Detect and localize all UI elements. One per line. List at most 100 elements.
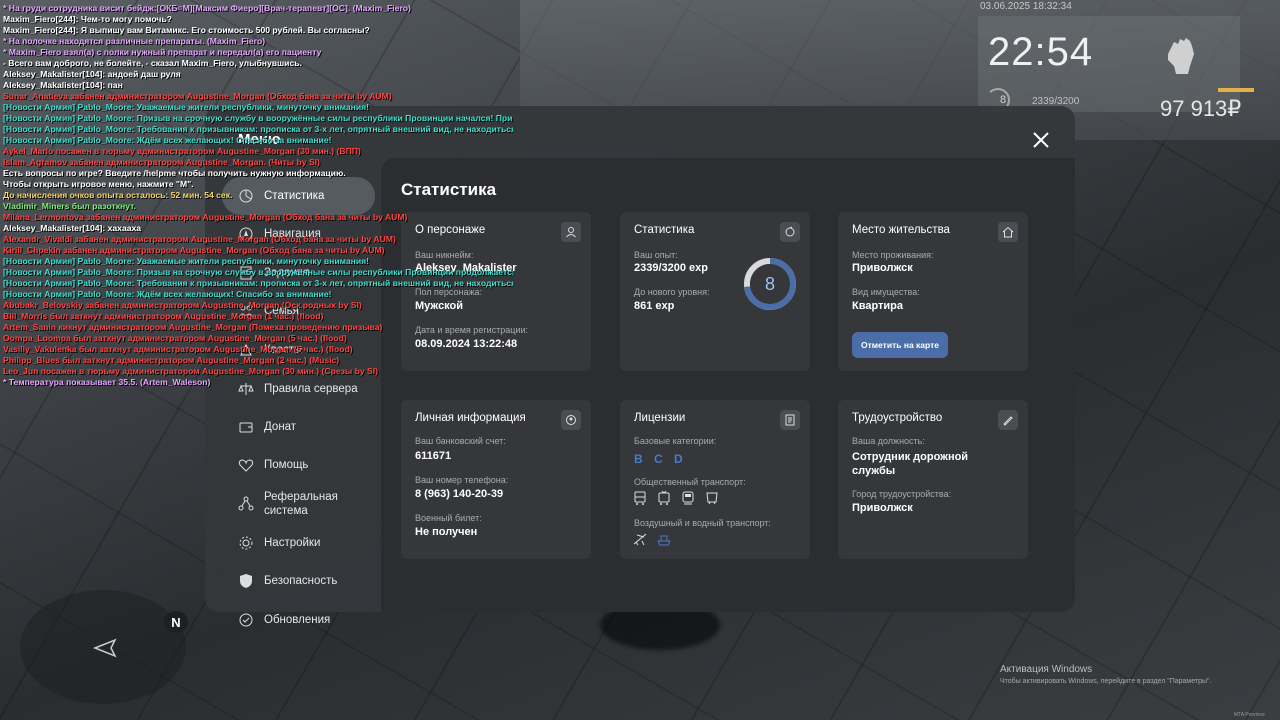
- next-level-label: До нового уровня:: [634, 287, 710, 297]
- chat-line: * На полочке находятся различные препара…: [3, 36, 266, 46]
- next-level-value: 861 exp: [634, 300, 675, 312]
- hud-datetime: 03.06.2025 18:32:34: [980, 1, 1072, 12]
- chat-line: [Новости Армия] Pablo_Moore: Ждём всех ж…: [3, 289, 332, 299]
- mark-on-map-button[interactable]: Отметить на карте: [852, 332, 948, 358]
- boat-icon: [657, 535, 671, 546]
- level-number: 8: [764, 273, 775, 294]
- card-title: Трудоустройство: [852, 412, 943, 424]
- air-water-label: Воздушный и водный транспорт:: [634, 518, 771, 528]
- chat-line: Abubakr_Belovskiy забанен администраторо…: [3, 300, 362, 310]
- chat-line: Vladimir_Miners был разоткнут.: [3, 201, 136, 211]
- card-title: Лицензии: [634, 412, 686, 424]
- position-value: Сотрудник дорожной службы: [852, 451, 969, 477]
- exp-label: Ваш опыт:: [634, 250, 678, 260]
- bus-icon: [634, 491, 646, 505]
- refresh-icon: [780, 222, 800, 242]
- windows-activation-title: Активация Windows: [1000, 664, 1093, 675]
- property-value: Квартира: [852, 300, 904, 312]
- chat-line: [Новости Армия] Pablo_Moore: Уважаемые ж…: [3, 256, 369, 266]
- chat-line: Oompa_Loompa был заткнут администратором…: [3, 333, 347, 343]
- card-personal: Личная информация Ваш банковский счет: 6…: [401, 400, 591, 559]
- close-icon[interactable]: [1029, 128, 1053, 152]
- chat-line: [Новости Армия] Pablo_Moore: Призыв на с…: [3, 267, 513, 277]
- sidebar-item-label: Настройки: [264, 537, 321, 549]
- hud-level: 8: [1000, 94, 1007, 106]
- chat-line: [Новости Армия] Pablo_Moore: Ждём всех ж…: [3, 135, 332, 145]
- chat-line: Philipp_Blues был заткнут администраторо…: [3, 355, 340, 365]
- public-transport-label: Общественный транспорт:: [634, 477, 746, 487]
- chat-line: Aleksey_Makalister[104]: пан: [3, 80, 123, 90]
- hud-money-bar: [1218, 88, 1254, 92]
- card-residence: Место жительства Место проживания: Приво…: [838, 212, 1028, 371]
- position-label: Ваша должность:: [852, 436, 925, 446]
- city-label: Город трудоустройства:: [852, 489, 952, 499]
- windows-activation-hint: Чтобы активировать Windows, перейдите в …: [1000, 678, 1212, 685]
- metro-icon: [706, 492, 718, 505]
- tram-icon: [682, 491, 694, 505]
- user-icon: [561, 222, 581, 242]
- chat-line: - Всего вам доброго, не болейте, - сказа…: [3, 58, 302, 68]
- chat-line: * Maxim_Fiero взял(а) с полки нужный пре…: [3, 47, 322, 57]
- place-label: Место проживания:: [852, 250, 934, 260]
- pen-icon: [998, 410, 1018, 430]
- chat-line: Vasiliy_Vakulenka был заткнут администра…: [3, 344, 353, 354]
- chat-line: Чтобы открыть игровое меню, нажмите "M".: [3, 179, 194, 189]
- sidebar-item[interactable]: Реферальная система: [222, 485, 375, 523]
- sidebar-item-label: Реферальная система: [264, 491, 338, 517]
- chat-line: Bill_Morris был заткнут администратором …: [3, 311, 324, 321]
- sidebar-item[interactable]: Донат: [222, 408, 375, 446]
- card-statistics: Статистика Ваш опыт: 2339/3200 exp До но…: [620, 212, 810, 371]
- place-value: Приволжск: [852, 262, 913, 274]
- card-employment: Трудоустройство Ваша должность: Сотрудни…: [838, 400, 1028, 559]
- chat-line: * На груди сотрудника висит бейдж:[ОКБ=М…: [3, 3, 411, 13]
- plane-icon: [633, 533, 647, 546]
- chat-line: [Новости Армия] Pablo_Moore: Требования …: [3, 278, 513, 288]
- chat-line: [Новости Армия] Pablo_Moore: Требования …: [3, 124, 513, 134]
- sidebar-item[interactable]: Безопасность: [222, 562, 375, 600]
- chat-line: Aykel_Marlo посажен в тюрьму администрат…: [3, 146, 361, 156]
- chat-line: Kirill_Chpekin забанен администратором A…: [3, 245, 385, 255]
- chat-line: До начисления очков опыта осталось: 52 м…: [3, 190, 233, 200]
- base-categories-label: Базовые категории:: [634, 436, 717, 446]
- gear-icon: [239, 536, 253, 550]
- chat-line: Milana_Lermontova забанен администраторо…: [3, 212, 408, 222]
- city-value: Приволжск: [852, 502, 913, 514]
- home-icon: [998, 222, 1018, 242]
- fist-icon: [1168, 38, 1194, 74]
- phone-label: Ваш номер телефона:: [415, 475, 509, 485]
- watermark: MTA Province: [1234, 712, 1265, 718]
- card-title: Статистика: [634, 224, 695, 236]
- sidebar-item-label: Помощь: [264, 459, 309, 471]
- property-label: Вид имущества:: [852, 287, 920, 297]
- chat-line: Leo_Jun посажен в тюрьму администратором…: [3, 366, 379, 376]
- chat-line: Есть вопросы по игре? Введите /helpme чт…: [3, 168, 346, 178]
- bank-label: Ваш банковский счет:: [415, 436, 506, 446]
- air-water-icons: [632, 531, 672, 547]
- license-icon: [780, 410, 800, 430]
- card-licenses: Лицензии Базовые категории: B C D Общест…: [620, 400, 810, 559]
- chat-line: Maxim_Fiero[244]: Чем-то могу помочь?: [3, 14, 172, 24]
- chat-line: Aleksey_Makalister[104]: хахааха: [3, 223, 142, 233]
- sidebar-item[interactable]: Настройки: [222, 524, 375, 562]
- heart-icon: [238, 459, 254, 472]
- exp-value: 2339/3200 exp: [634, 262, 709, 274]
- chat-line: [Новости Армия] Pablo_Moore: Призыв на с…: [3, 113, 513, 123]
- sidebar-item[interactable]: Помощь: [222, 446, 375, 484]
- shield-icon: [240, 574, 252, 588]
- public-transport-icons: [632, 490, 720, 506]
- compass-north: N: [164, 611, 188, 633]
- player-arrow-icon: [93, 638, 117, 658]
- chat-line: Artem_Sanin кикнут администратором Augus…: [3, 322, 383, 332]
- sidebar-item[interactable]: Обновления: [222, 601, 375, 639]
- card-title: Личная информация: [415, 412, 526, 424]
- referral-icon: [238, 496, 254, 511]
- trolleybus-icon: [658, 490, 670, 505]
- sidebar-item-label: Обновления: [264, 614, 331, 626]
- military-label: Военный билет:: [415, 513, 482, 523]
- bank-value: 611671: [415, 450, 452, 462]
- chat-line: * Температура показывает 35.5. (Artem_Wa…: [3, 377, 211, 387]
- chat-line: Maxim_Fiero[244]: Я выпишу вам Витамикс.…: [3, 25, 370, 35]
- chat-line: Aleksey_Makalister[104]: андоей даш руля: [3, 69, 181, 79]
- id-icon: [561, 410, 581, 430]
- card-title: Место жительства: [852, 224, 950, 236]
